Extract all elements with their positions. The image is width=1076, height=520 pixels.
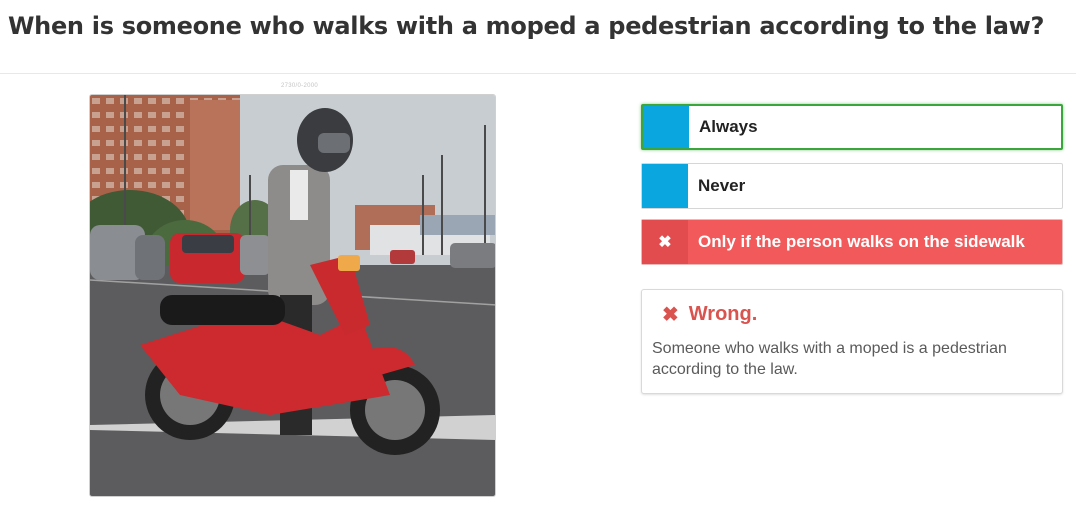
image-credit: 2730/0-2000	[281, 83, 318, 89]
answer-label: Never	[698, 176, 746, 195]
feedback-text: Someone who walks with a moped is a pede…	[652, 340, 1007, 378]
header-divider	[0, 73, 1076, 74]
close-icon: ✖	[642, 220, 688, 264]
answer-label: Only if the person walks on the sidewalk	[698, 232, 1025, 251]
feedback-panel: ✖ Wrong. Someone who walks with a moped …	[641, 289, 1063, 394]
question-photo	[89, 94, 496, 497]
answer-option-never[interactable]: Never	[641, 163, 1063, 209]
answer-label: Always	[699, 117, 758, 136]
feedback-title: Wrong.	[688, 303, 758, 325]
answer-marker	[642, 164, 688, 208]
close-icon: ✖	[662, 304, 679, 326]
answer-option-always[interactable]: Always	[641, 104, 1063, 150]
answer-option-sidewalk[interactable]: ✖ Only if the person walks on the sidewa…	[641, 219, 1063, 265]
answer-marker	[643, 106, 689, 148]
question-title: When is someone who walks with a moped a…	[8, 12, 1045, 40]
feedback-header: ✖ Wrong.	[652, 302, 1052, 327]
